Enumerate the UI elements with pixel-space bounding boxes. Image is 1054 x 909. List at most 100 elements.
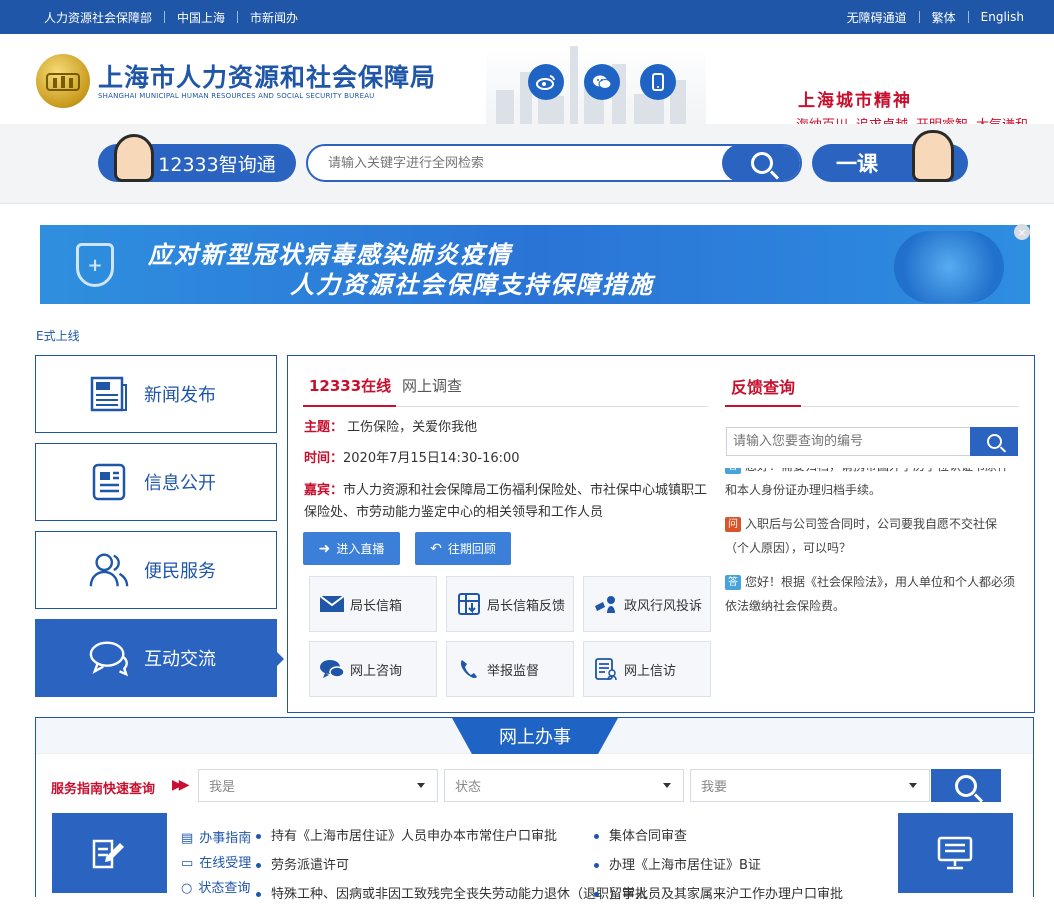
- weibo-icon[interactable]: [528, 64, 564, 100]
- list-item-text: 劳务派遣许可: [271, 858, 350, 873]
- list-item-text: 留学人员及其家属来沪工作办理户口审批: [609, 887, 844, 902]
- emblem-logo[interactable]: [36, 54, 90, 108]
- time-row: 时间：2020年7月15日14:30-16:00: [304, 448, 714, 470]
- list-item[interactable]: 办理《上海市居住证》B证: [594, 851, 843, 880]
- chevron-down-icon: [417, 783, 425, 788]
- teacher-avatar: [912, 130, 954, 182]
- list-item[interactable]: 集体合同审查: [594, 822, 843, 851]
- feedback-text: 入职后与公司签合同时，公司要我自愿不交社保（个人原因），可以吗？: [725, 517, 998, 555]
- live-button-label: 进入直播: [336, 542, 385, 556]
- feedback-item[interactable]: 答您好！根据《社会保险法》，用人单位和个人都必须依法缴纳社会保险费。: [725, 570, 1020, 618]
- list-item[interactable]: 劳务派遣许可: [256, 851, 648, 880]
- search-icon: ○: [181, 881, 193, 896]
- tile-mailbox-feedback[interactable]: 局长信箱反馈: [446, 576, 574, 632]
- select-value: 我是: [209, 780, 236, 795]
- topic-value: 工伤保险，关爱你我他: [347, 420, 478, 435]
- covid-banner[interactable]: + 应对新型冠状病毒感染肺炎疫情 人力资源社会保障支持保障措施: [40, 225, 1030, 304]
- tile-label: 网上咨询: [350, 663, 403, 679]
- tile-online-petition[interactable]: 网上信访: [583, 641, 711, 697]
- tile-director-mailbox[interactable]: 局长信箱: [309, 576, 437, 632]
- services-list-left: 持有《上海市居住证》人员申办本市常住户口审批 劳务派遣许可 特殊工种、因病或非因…: [256, 822, 648, 909]
- service-hall-panel[interactable]: [898, 813, 1013, 893]
- wechat-icon[interactable]: [584, 64, 620, 100]
- services-list-right: 集体合同审查 办理《上海市居住证》B证 留学人员及其家属来沪工作办理户口审批: [594, 822, 843, 909]
- list-item-text: 集体合同审查: [609, 829, 688, 844]
- mobile-icon[interactable]: [640, 64, 676, 100]
- chat-icon: [88, 637, 130, 679]
- search-button[interactable]: [722, 146, 800, 180]
- city-spirit-title: 上海城市精神: [798, 91, 912, 111]
- search-band: 12333智询通 一课: [0, 124, 1054, 204]
- live-button[interactable]: ➜ 进入直播: [303, 532, 400, 565]
- list-item-text: 特殊工种、因病或非因工致残完全丧失劳动能力退休（退职）审批: [271, 887, 649, 902]
- nav-public-service[interactable]: 便民服务: [35, 531, 277, 609]
- divider: [237, 11, 239, 23]
- people-icon: [88, 549, 130, 591]
- side-link-online-accept[interactable]: ▭ 在线受理: [181, 851, 251, 876]
- link-mohrss[interactable]: 人力资源社会保障部: [44, 9, 152, 26]
- tile-report-supervision[interactable]: 举报监督: [446, 641, 574, 697]
- feedback-item[interactable]: 问入职后与公司签合同时，公司要我自愿不交社保（个人原因），可以吗？: [725, 512, 1020, 560]
- phone-icon: [455, 657, 483, 681]
- nav-label: 新闻发布: [144, 385, 216, 406]
- services-search-button[interactable]: [931, 769, 1001, 802]
- chat-bubble-icon: [318, 657, 346, 681]
- feedback-search-button[interactable]: [970, 427, 1018, 456]
- link-news-office[interactable]: 市新闻办: [250, 9, 298, 26]
- book-icon: ▤: [181, 831, 194, 846]
- list-item[interactable]: 特殊工种、因病或非因工致残完全丧失劳动能力退休（退职）审批: [256, 880, 648, 909]
- chevron-down-icon: [663, 783, 671, 788]
- banner-line2: 人力资源社会保障支持保障措施: [290, 271, 654, 299]
- side-link-status-query[interactable]: ○ 状态查询: [181, 876, 251, 901]
- tile-conduct-complaint[interactable]: 政风行风投诉: [583, 576, 711, 632]
- edit-document-icon: [92, 839, 124, 869]
- link-english[interactable]: English: [981, 10, 1024, 24]
- select-status[interactable]: 状态: [444, 769, 684, 802]
- document-icon: [88, 461, 130, 503]
- form-user-icon: [592, 657, 620, 681]
- topic-label: 主题：: [304, 420, 344, 435]
- review-button[interactable]: ↶ 往期回顾: [415, 532, 511, 565]
- link-accessibility[interactable]: 无障碍通道: [847, 9, 907, 26]
- mailbox-feedback-icon: [455, 592, 483, 616]
- answer-tag: 答: [725, 575, 741, 590]
- search-input[interactable]: [308, 146, 718, 180]
- feedback-title[interactable]: 反馈查询: [731, 374, 795, 398]
- feedback-search: [726, 427, 1018, 456]
- feedback-item[interactable]: 答您好！需要归档，请携带国外学历学位认证书原件和本人身份证办理归档手续。: [725, 468, 1020, 502]
- monitor-icon: ▭: [181, 856, 194, 871]
- megaphone-icon: [592, 592, 620, 616]
- link-traditional[interactable]: 繁体: [932, 9, 956, 26]
- tile-label: 政风行风投诉: [624, 598, 703, 614]
- review-button-label: 往期回顾: [447, 542, 496, 556]
- services-title: 网上办事: [452, 718, 618, 754]
- select-i-am[interactable]: 我是: [198, 769, 438, 802]
- nav-label: 互动交流: [144, 649, 216, 670]
- nav-info-open[interactable]: 信息公开: [35, 443, 277, 521]
- feedback-search-input[interactable]: [727, 428, 967, 455]
- close-icon[interactable]: ×: [1014, 224, 1030, 240]
- side-link-label: 在线受理: [199, 856, 252, 871]
- bullet: [256, 863, 261, 868]
- time-label: 时间：: [304, 451, 344, 466]
- list-item[interactable]: 留学人员及其家属来沪工作办理户口审批: [594, 880, 843, 909]
- select-i-want[interactable]: 我要: [690, 769, 930, 802]
- tile-online-consult[interactable]: 网上咨询: [309, 641, 437, 697]
- tab-online-survey[interactable]: 网上调查: [402, 375, 462, 396]
- list-item[interactable]: 持有《上海市居住证》人员申办本市常住户口审批: [256, 822, 648, 851]
- nav-interaction[interactable]: 互动交流: [35, 619, 284, 697]
- site-title[interactable]: 上海市人力资源和社会保障局: [98, 58, 436, 94]
- guide-panel[interactable]: [52, 813, 167, 893]
- feedback-text: 您好！根据《社会保险法》，用人单位和个人都必须依法缴纳社会保险费。: [725, 575, 1016, 613]
- list-item-text: 办理《上海市居住证》B证: [609, 858, 761, 873]
- nav-news[interactable]: 新闻发布: [35, 355, 277, 433]
- guest-row: 嘉宾：市人力资源和社会保障局工伤福利保险处、市社保中心城镇职工保险处、市劳动能力…: [304, 480, 714, 524]
- marquee-text[interactable]: E式上线: [36, 327, 80, 344]
- online-services: 网上办事 服务指南快速查询 ▶▶ 我是 状态 我要 ▤ 办事指南 ▭ 在线受理 ○ 状…: [35, 717, 1034, 902]
- search-box: [306, 144, 802, 182]
- question-tag: 问: [725, 517, 741, 532]
- side-link-guide[interactable]: ▤ 办事指南: [181, 826, 251, 851]
- link-china-shanghai[interactable]: 中国上海: [177, 9, 225, 26]
- feedback-list: 答您好！需要归档，请携带国外学历学位认证书原件和本人身份证办理归档手续。 问入职…: [725, 468, 1020, 708]
- tab-12333-online[interactable]: 12333在线: [309, 375, 391, 396]
